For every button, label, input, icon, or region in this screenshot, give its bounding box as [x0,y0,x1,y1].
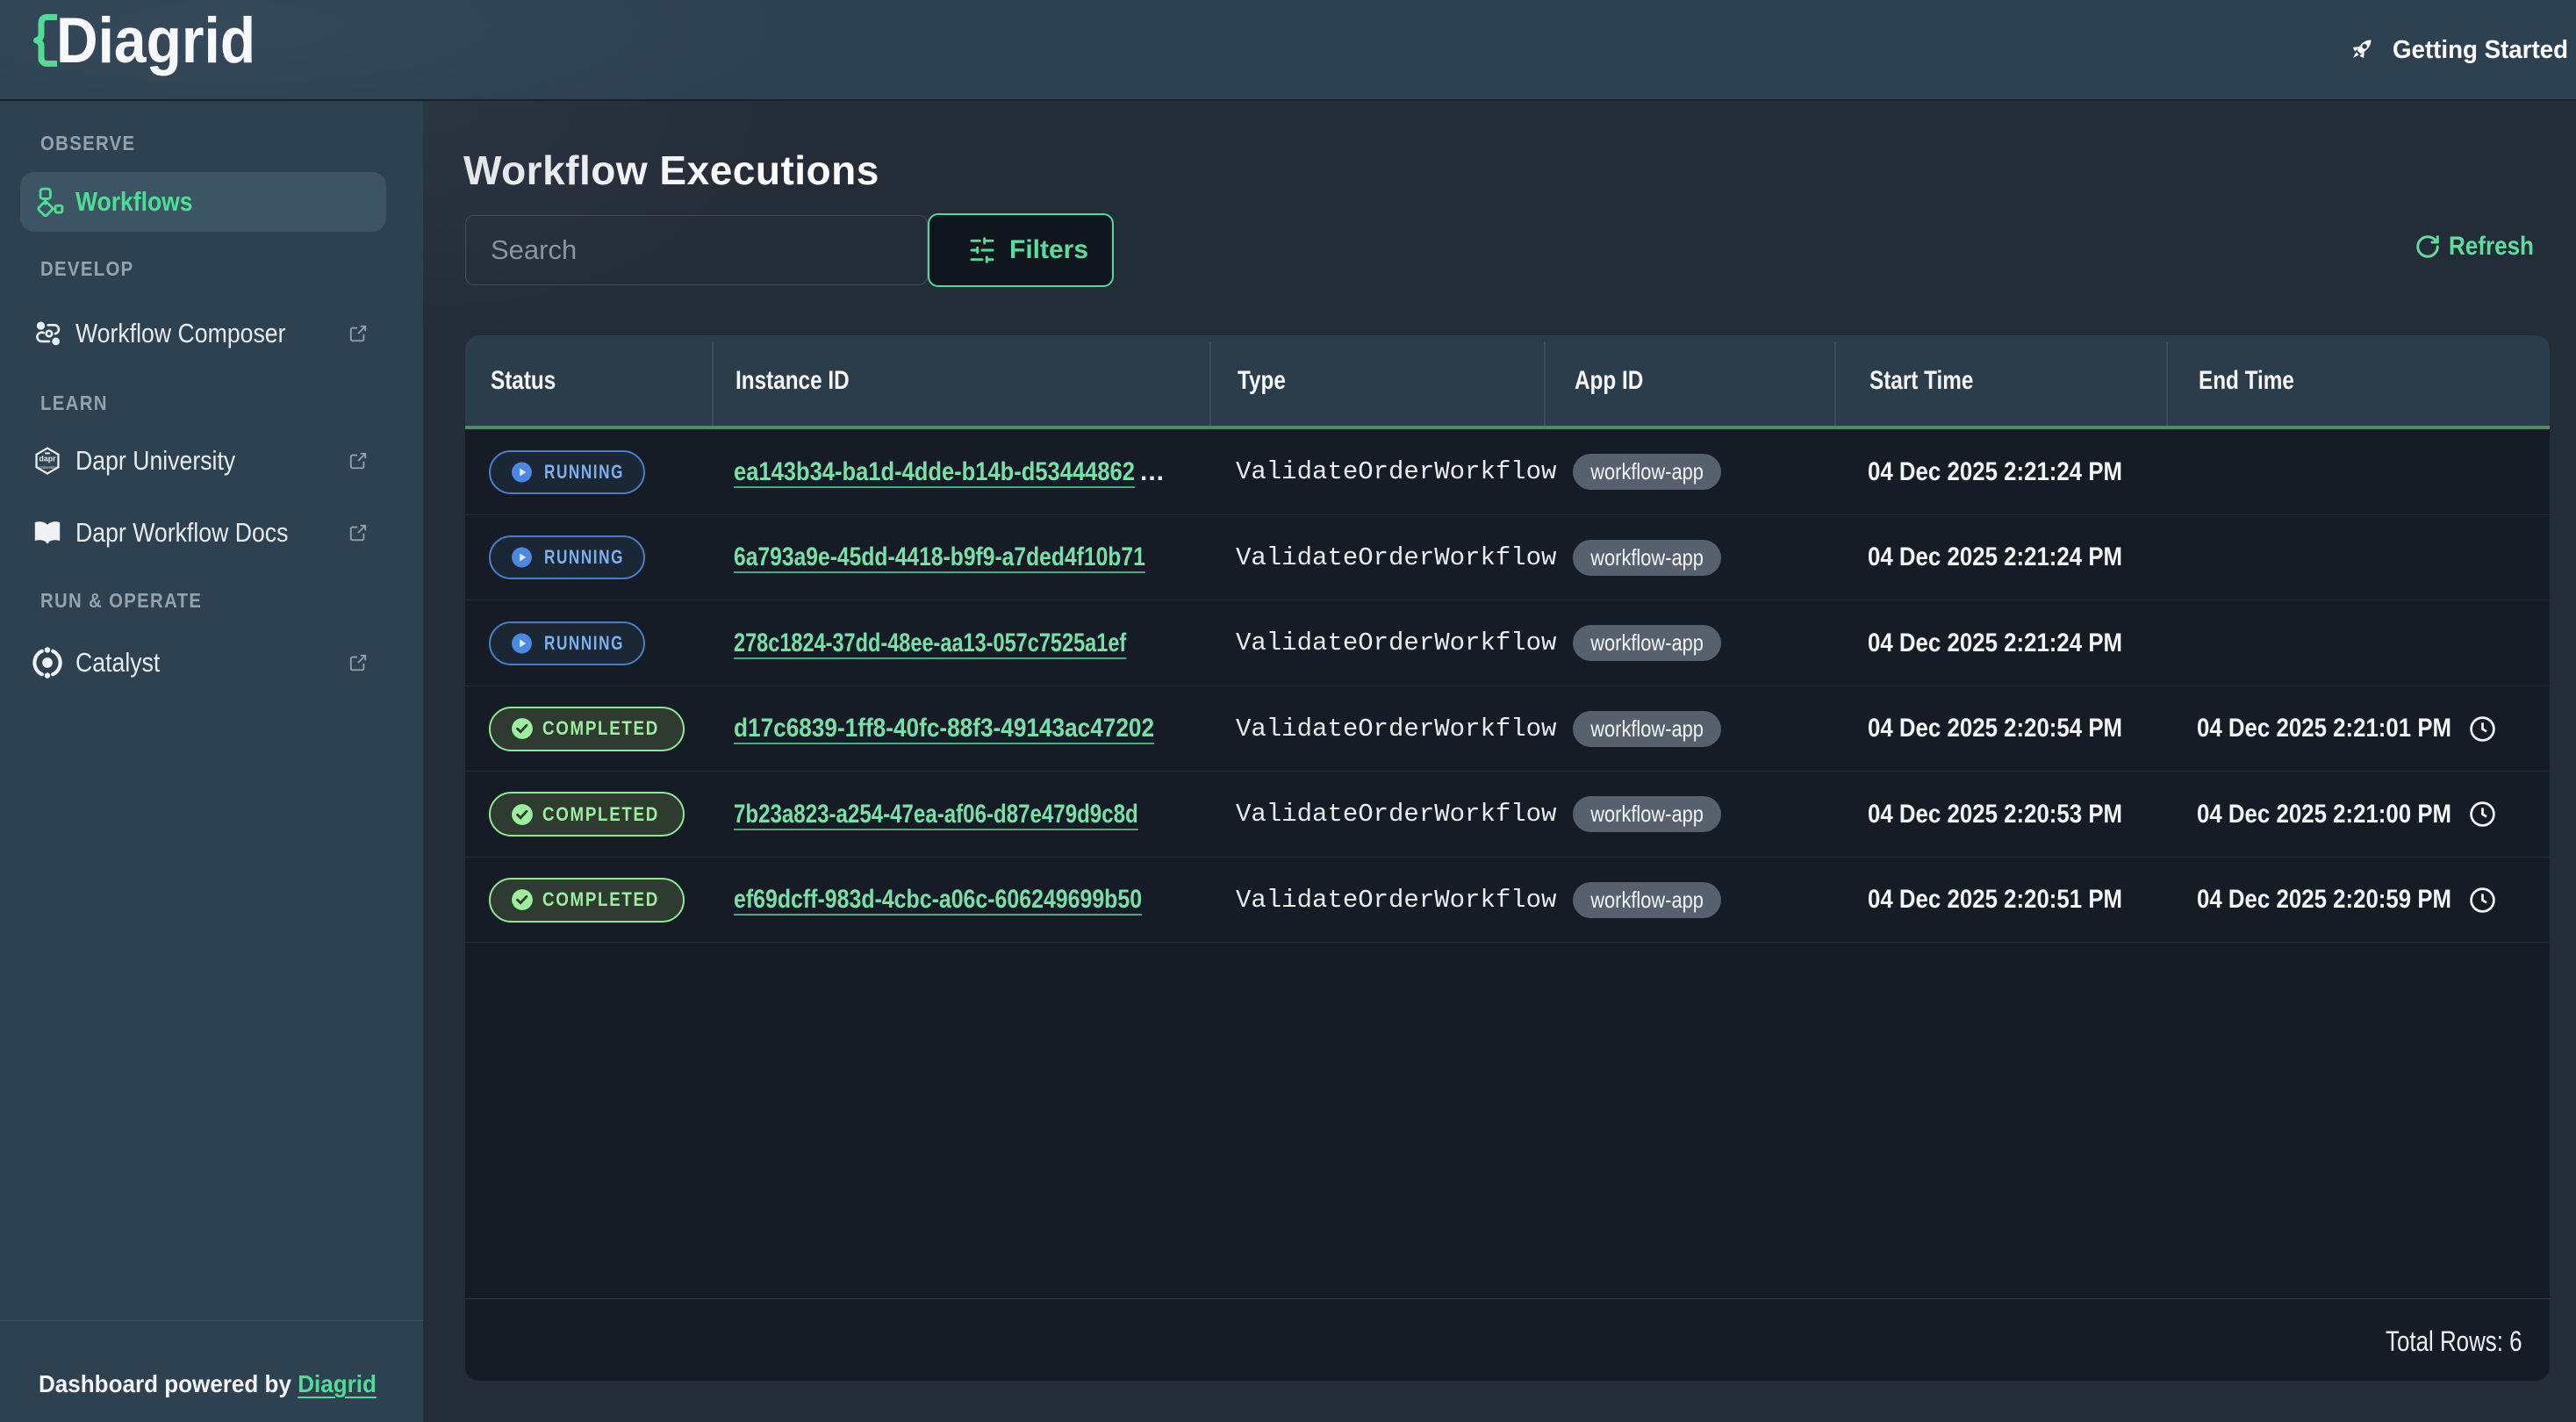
svg-text:dapr: dapr [39,454,57,463]
svg-text:University: University [39,465,57,470]
